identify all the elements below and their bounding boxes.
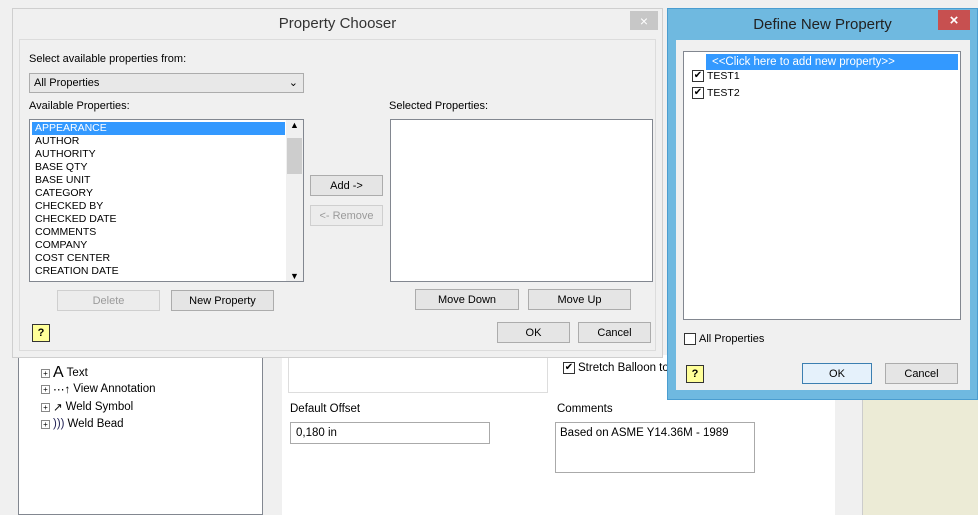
property-chooser-dialog: Property Chooser × Select available prop…: [12, 8, 663, 358]
comments-text: Based on ASME Y14.36M - 1989: [560, 427, 729, 439]
chevron-down-icon: ⌄: [288, 77, 298, 89]
background-box: [288, 355, 548, 393]
text-icon: A: [53, 364, 64, 381]
list-item[interactable]: BASE QTY: [32, 161, 285, 174]
list-item[interactable]: AUTHOR: [32, 135, 285, 148]
checkbox[interactable]: ✔: [692, 70, 704, 83]
scroll-up-icon[interactable]: ▲: [286, 120, 303, 134]
checkbox[interactable]: ✔: [692, 87, 704, 100]
ok-button[interactable]: OK: [497, 322, 570, 343]
default-offset-input[interactable]: 0,180 in: [290, 422, 490, 444]
list-item[interactable]: APPEARANCE: [32, 122, 285, 135]
item-label: TEST2: [707, 87, 740, 99]
default-offset-label: Default Offset: [290, 403, 361, 415]
list-item[interactable]: CHECKED DATE: [32, 213, 285, 226]
available-list[interactable]: APPEARANCE AUTHOR AUTHORITY BASE QTY BAS…: [29, 119, 304, 282]
help-icon[interactable]: ?: [686, 365, 704, 383]
list-item[interactable]: COMPANY: [32, 239, 285, 252]
list-item[interactable]: CHECKED BY: [32, 200, 285, 213]
weld-symbol-icon: ↗: [53, 402, 63, 414]
list-item[interactable]: AUTHORITY: [32, 148, 285, 161]
all-properties-checkbox[interactable]: All Properties: [684, 333, 765, 346]
add-button[interactable]: Add ->: [310, 175, 383, 196]
weld-bead-icon: ))): [53, 418, 65, 430]
comments-label: Comments: [557, 403, 613, 415]
tree-item-weld-bead[interactable]: +))) Weld Bead: [41, 418, 124, 430]
background-right-area: [862, 400, 978, 515]
close-button[interactable]: ×: [938, 10, 970, 30]
tree-label: Text: [66, 367, 88, 379]
list-item[interactable]: CREATION DATE: [32, 265, 285, 278]
define-property-dialog: Define New Property × <<Click here to ad…: [667, 8, 978, 400]
selected-label: Selected Properties:: [389, 100, 489, 112]
source-select[interactable]: All Properties ⌄: [29, 73, 304, 93]
comments-textarea[interactable]: Based on ASME Y14.36M - 1989: [555, 422, 755, 473]
view-annotation-icon: ⋯↑: [53, 384, 71, 396]
tree-item-text[interactable]: + A Text: [41, 364, 88, 382]
checkbox[interactable]: [684, 333, 696, 346]
dialog-title: Property Chooser: [278, 15, 397, 32]
list-item[interactable]: COST CENTER: [32, 252, 285, 265]
tree-label: Weld Symbol: [65, 401, 134, 413]
expand-icon[interactable]: +: [41, 384, 50, 394]
close-button[interactable]: ×: [630, 11, 658, 30]
tree-item-weld-symbol[interactable]: + ↗ Weld Symbol: [41, 400, 133, 414]
ok-button[interactable]: OK: [802, 363, 872, 384]
list-item[interactable]: CATEGORY: [32, 187, 285, 200]
scroll-down-icon[interactable]: ▼: [286, 271, 303, 281]
remove-button[interactable]: <- Remove: [310, 205, 383, 226]
scrollbar[interactable]: ▲ ▼: [286, 120, 303, 281]
move-down-button[interactable]: Move Down: [415, 289, 519, 310]
tree-label: Weld Bead: [67, 418, 124, 430]
tree-item-view-annotation[interactable]: + ⋯↑ View Annotation: [41, 382, 156, 396]
available-label: Available Properties:: [29, 100, 130, 112]
stretch-balloon-checkbox[interactable]: ✔ Stretch Balloon to: [563, 362, 669, 374]
source-label: Select available properties from:: [29, 53, 187, 65]
expand-icon[interactable]: +: [41, 419, 50, 429]
item-label: TEST1: [707, 70, 740, 82]
selected-list[interactable]: [390, 119, 653, 282]
new-property-button[interactable]: New Property: [171, 290, 274, 311]
source-value: All Properties: [34, 77, 100, 89]
help-icon[interactable]: ?: [32, 324, 50, 342]
cancel-button[interactable]: Cancel: [578, 322, 651, 343]
cancel-button[interactable]: Cancel: [885, 363, 958, 384]
list-item-test1[interactable]: ✔ TEST1: [686, 70, 958, 83]
add-property-row[interactable]: <<Click here to add new property>>: [706, 54, 958, 70]
scroll-thumb[interactable]: [287, 138, 302, 174]
stretch-label: Stretch Balloon to: [578, 362, 669, 375]
list-item-test2[interactable]: ✔ TEST2: [686, 87, 958, 100]
background-tree-panel: + A Text + ⋯↑ View Annotation + ↗ Weld Symbol …: [18, 355, 263, 515]
dialog-title: Define New Property: [753, 16, 892, 33]
list-item[interactable]: BASE UNIT: [32, 174, 285, 187]
list-item[interactable]: COMMENTS: [32, 226, 285, 239]
expand-icon[interactable]: +: [41, 402, 50, 412]
tree-label: View Annotation: [73, 383, 156, 395]
move-up-button[interactable]: Move Up: [528, 289, 631, 310]
expand-icon[interactable]: +: [41, 368, 50, 378]
delete-button[interactable]: Delete: [57, 290, 160, 311]
checkbox-label: All Properties: [699, 333, 765, 345]
property-list[interactable]: <<Click here to add new property>> ✔ TEST…: [683, 51, 961, 320]
